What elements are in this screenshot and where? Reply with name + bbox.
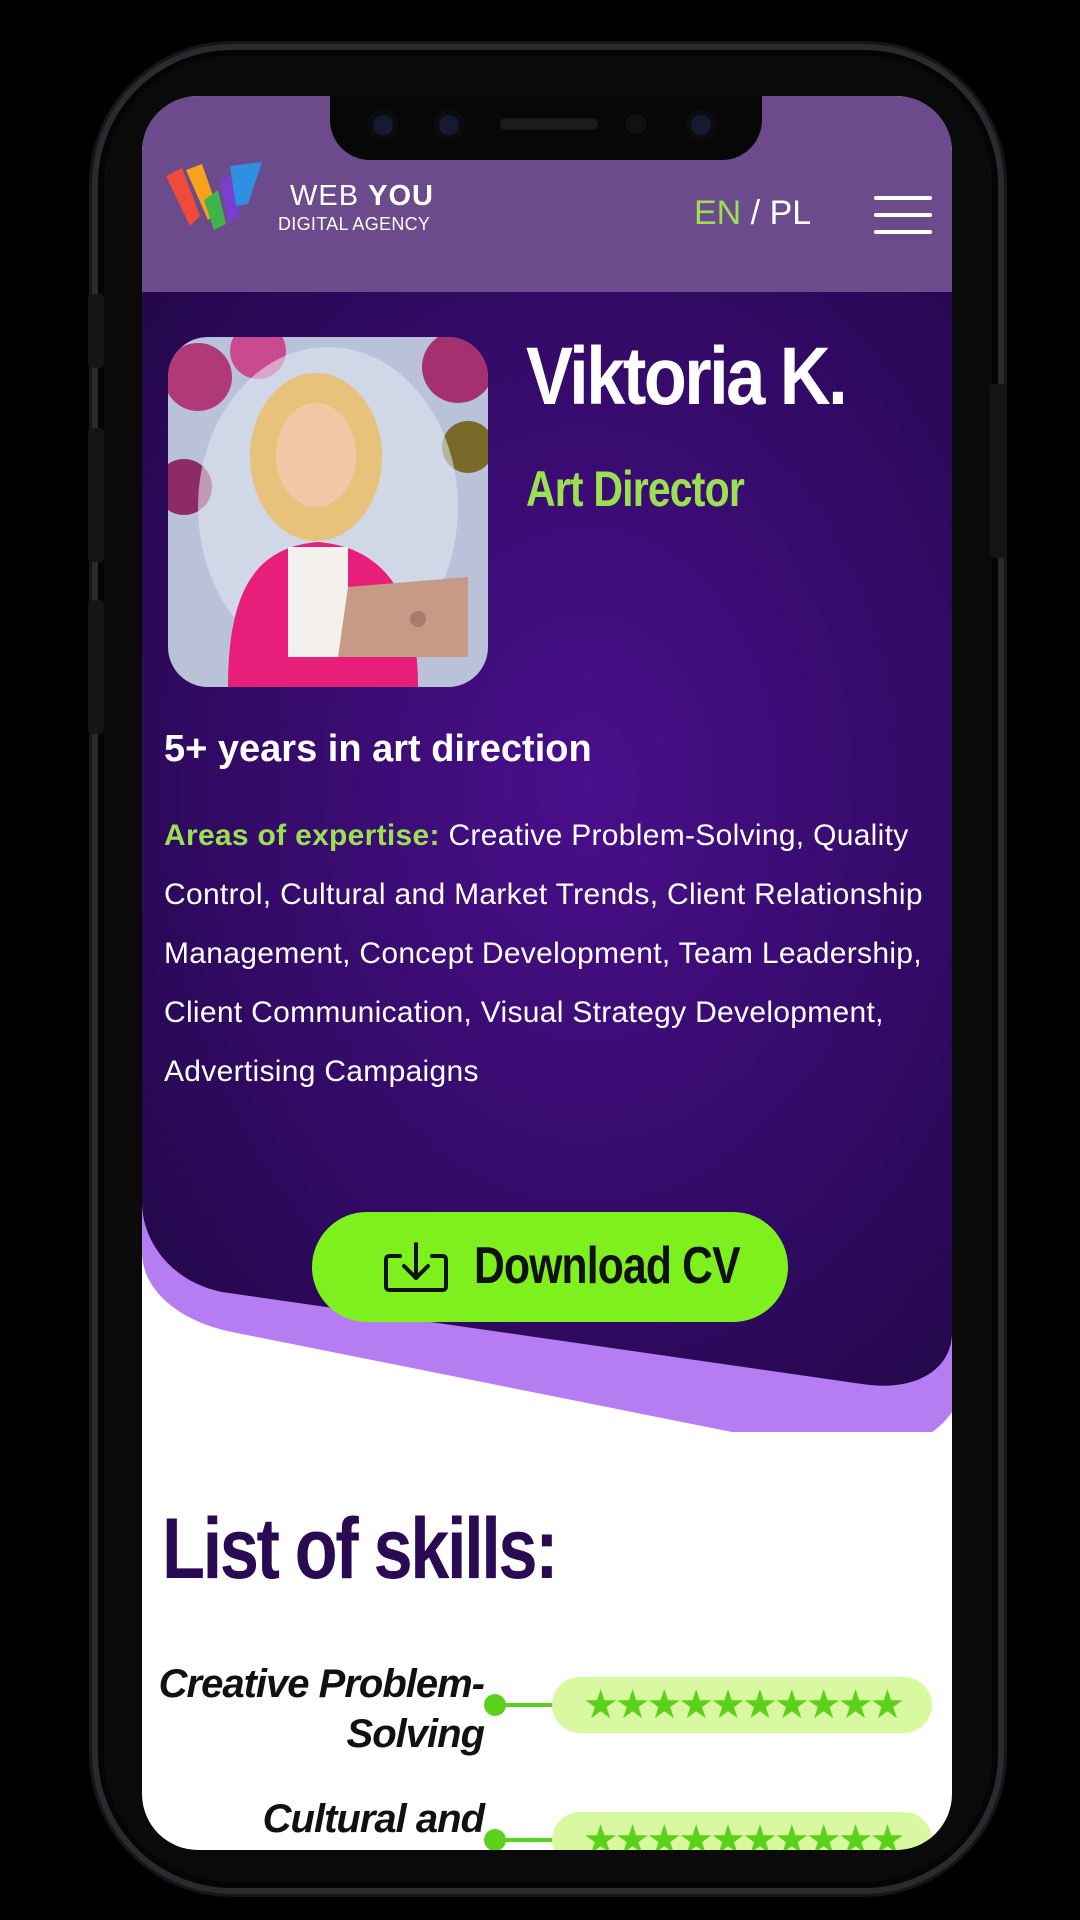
brand-name: WEB YOU xyxy=(290,180,434,212)
volume-up-button xyxy=(88,428,104,562)
download-cv-label: Download CV xyxy=(474,1237,741,1295)
skill-rating-stars: ★★★★★★★★★★ xyxy=(552,1677,932,1733)
speaker-grille xyxy=(500,118,598,130)
front-camera-icon xyxy=(686,110,716,140)
mute-switch xyxy=(88,294,104,368)
profile-name: Viktoria K. xyxy=(526,331,848,422)
profile-hero: Viktoria K. Art Director 5+ years in art… xyxy=(142,292,952,1432)
camera-icon xyxy=(368,110,398,140)
volume-down-button xyxy=(88,600,104,734)
proximity-sensor xyxy=(626,114,646,134)
skill-row: Creative Problem- Solving ★★★★★★★★★★ xyxy=(142,1659,952,1779)
expertise-text: Creative Problem-Solving, Quality Contro… xyxy=(164,819,923,1088)
lang-en-link[interactable]: EN xyxy=(694,194,741,232)
web-you-logo-icon[interactable] xyxy=(164,160,264,232)
hamburger-menu-icon[interactable] xyxy=(874,196,932,234)
download-icon xyxy=(384,1242,448,1292)
skill-name: Cultural and xyxy=(262,1797,485,1841)
sensor-icon xyxy=(434,110,464,140)
lang-pl-link[interactable]: PL xyxy=(770,194,812,232)
profile-photo xyxy=(168,337,488,687)
skill-connector xyxy=(484,1694,552,1716)
skill-connector xyxy=(484,1829,552,1850)
skills-heading: List of skills: xyxy=(162,1501,559,1597)
skill-name: Creative Problem- Solving xyxy=(158,1662,485,1756)
skill-row: Cultural and ★★★★★★★★★★ xyxy=(142,1794,952,1850)
download-cv-button[interactable]: Download CV xyxy=(312,1212,788,1322)
profile-role: Art Director xyxy=(526,461,745,517)
brand-tagline: DIGITAL AGENCY xyxy=(278,214,431,234)
lang-separator: / xyxy=(741,194,770,232)
language-switcher: EN / PL xyxy=(694,194,811,233)
experience-heading: 5+ years in art direction xyxy=(164,728,592,770)
expertise-paragraph: Areas of expertise: Creative Problem-Sol… xyxy=(164,806,944,1101)
skill-rating-stars: ★★★★★★★★★★ xyxy=(552,1812,932,1850)
notch xyxy=(330,96,762,160)
expertise-label: Areas of expertise: xyxy=(164,819,440,852)
phone-screen: WEB YOU DIGITAL AGENCY EN / PL Viktoria … xyxy=(142,96,952,1850)
power-button xyxy=(990,384,1006,558)
